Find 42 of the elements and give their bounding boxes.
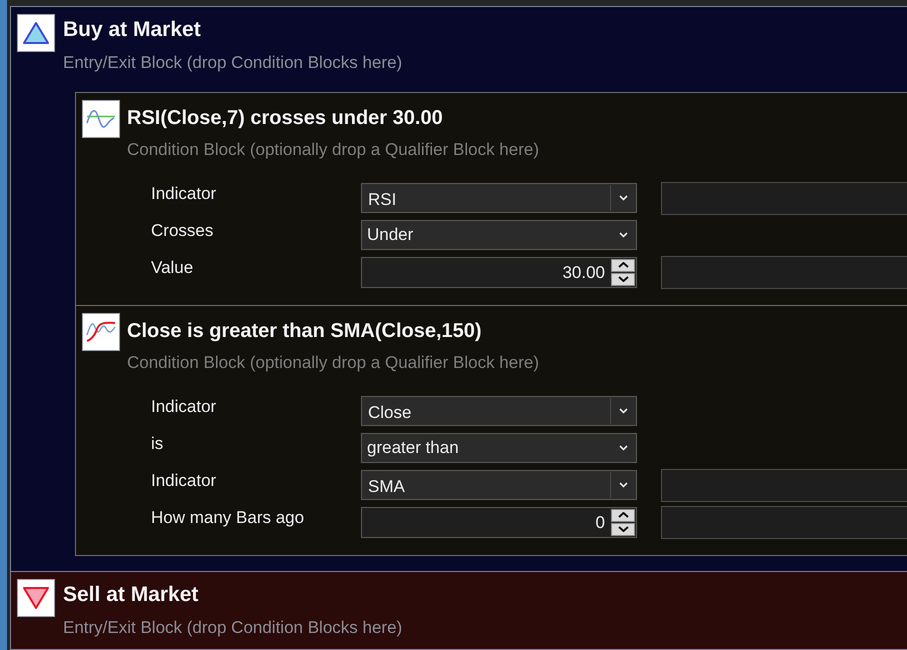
condition-title: Close is greater than SMA(Close,150) (127, 319, 483, 343)
field-label: How many Bars ago (151, 507, 306, 529)
triangle-up-icon (17, 14, 55, 52)
crossing-lines-icon (82, 313, 120, 351)
spin-up-button[interactable] (611, 258, 635, 272)
triangle-down-icon (17, 579, 55, 617)
chevron-down-icon (618, 445, 628, 451)
combo-box[interactable]: Close (361, 396, 637, 426)
text-field[interactable] (661, 506, 907, 538)
chevron-down-icon (619, 482, 628, 488)
text-field[interactable] (661, 468, 907, 502)
chevron-down-icon (618, 232, 628, 238)
field-label: Indicator (151, 470, 218, 492)
chevron-up-icon (618, 262, 628, 268)
spin-down-button[interactable] (611, 272, 635, 286)
combo-box[interactable]: SMA (361, 470, 637, 500)
condition-title: RSI(Close,7) crosses under 30.00 (127, 106, 444, 130)
dropdown[interactable]: Under (361, 220, 637, 250)
field-label: Indicator (151, 183, 218, 205)
field-label: Value (151, 257, 194, 279)
chevron-down-icon (619, 195, 628, 201)
spin-up-button[interactable] (611, 508, 635, 522)
number-field[interactable]: 0 (361, 506, 637, 538)
combo-box[interactable]: RSI (361, 183, 637, 213)
block-title: Buy at Market (63, 17, 202, 43)
chevron-up-icon (618, 512, 628, 518)
chevron-down-icon (618, 276, 628, 282)
dropdown[interactable]: greater than (361, 433, 637, 463)
spin-down-button[interactable] (611, 522, 635, 536)
block-subtitle: Entry/Exit Block (drop Condition Blocks here) (63, 52, 402, 74)
field-label: Crosses (151, 220, 214, 242)
condition-subtitle: Condition Block (optionally drop a Qualifier Block here) (127, 352, 539, 374)
chevron-down-icon (618, 526, 628, 532)
chevron-down-icon (619, 408, 628, 414)
text-field[interactable] (661, 182, 907, 214)
block-subtitle: Entry/Exit Block (drop Condition Blocks here) (63, 617, 402, 639)
number-field[interactable]: 30.00 (361, 256, 637, 288)
field-label: Indicator (151, 396, 218, 418)
field-label: is (151, 433, 164, 455)
block-title: Sell at Market (63, 582, 200, 608)
text-field[interactable] (661, 256, 907, 288)
condition-subtitle: Condition Block (optionally drop a Qualifier Block here) (127, 139, 539, 161)
